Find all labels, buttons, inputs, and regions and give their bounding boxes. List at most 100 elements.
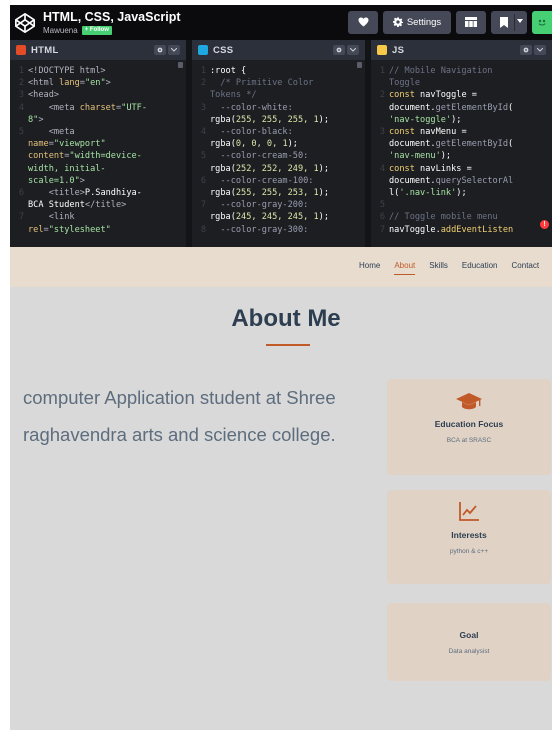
nav-link-education[interactable]: Education — [462, 261, 498, 270]
code-line[interactable]: Tokens */ — [192, 89, 365, 101]
code-line[interactable]: 2 const navToggle = — [371, 89, 552, 101]
code-line[interactable]: rel="stylesheet" — [10, 224, 186, 236]
code-line[interactable]: 8"> — [10, 114, 186, 126]
code-line[interactable]: 'nav-menu'); — [371, 150, 552, 162]
code-line[interactable]: BCA Student</title> — [10, 199, 186, 211]
editor-collapse-chevron-icon[interactable] — [168, 45, 180, 55]
js-lang-icon — [377, 45, 387, 55]
code-text: --color-gray-300: — [210, 224, 365, 236]
code-line[interactable]: document.getElementById( — [371, 102, 552, 114]
nav-link-skills[interactable]: Skills — [429, 261, 448, 270]
html-code[interactable]: 1 <!DOCTYPE html> 2 <html lang="en"> 3 <head>… — [10, 60, 186, 236]
line-number: 5 — [18, 127, 24, 138]
code-line[interactable]: l('.nav-link'); — [371, 187, 552, 199]
code-line[interactable]: 2 <html lang="en"> — [10, 77, 186, 89]
code-line[interactable]: rgba(255, 255, 255, 1); — [192, 114, 365, 126]
code-token: 252, 252, 249, 1 — [235, 163, 319, 174]
code-text: rel="stylesheet" — [28, 224, 186, 236]
code-line[interactable]: 2 /* Primitive Color — [192, 77, 365, 89]
code-token: </title> — [84, 200, 127, 211]
code-token: navLinks = — [420, 163, 472, 174]
nav-link-contact[interactable]: Contact — [512, 261, 540, 270]
layout-button[interactable] — [456, 10, 486, 34]
code-token: > — [38, 114, 44, 125]
code-token: "stylesheet" — [48, 224, 111, 235]
code-line[interactable]: 6 --color-cream-100: — [192, 175, 365, 187]
code-line[interactable]: document.querySelectorAl — [371, 175, 552, 187]
code-token: ); — [318, 212, 330, 223]
code-line[interactable]: 1 <!DOCTYPE html> — [10, 65, 186, 77]
js-code[interactable]: 1 // Mobile Navigation Toggle 2 const navTog… — [371, 60, 552, 236]
code-line[interactable]: 5 — [371, 199, 552, 211]
code-token: "UTF- — [121, 102, 148, 113]
user-avatar-button[interactable] — [532, 10, 552, 34]
editor-settings-gear-icon[interactable] — [333, 45, 345, 55]
code-text: <head> — [28, 89, 186, 101]
code-line[interactable]: 5 <meta — [10, 126, 186, 138]
editor-settings-gear-icon[interactable] — [520, 45, 532, 55]
code-line[interactable]: 4 --color-black: — [192, 126, 365, 138]
preview-pane: Home About Skills Education Contact About Me… — [10, 247, 552, 730]
code-token: navToggle. — [389, 224, 441, 235]
code-line[interactable]: 3 <head> — [10, 89, 186, 101]
editor-collapse-chevron-icon[interactable] — [347, 45, 359, 55]
code-token: BCA Student — [28, 200, 85, 211]
nav-link-about[interactable]: About — [394, 261, 415, 275]
code-line[interactable]: rgba(0, 0, 0, 1); — [192, 138, 365, 150]
code-line[interactable]: 4 const navLinks = — [371, 163, 552, 175]
chevron-down-icon[interactable] — [517, 18, 523, 24]
code-token: :root { — [210, 66, 247, 76]
card-title: Education Focus — [434, 419, 504, 429]
code-line[interactable]: 3 --color-white: — [192, 102, 365, 114]
line-number — [192, 211, 210, 223]
code-token: scale=1.0" — [28, 175, 80, 186]
code-text: 'nav-menu'); — [389, 150, 552, 162]
line-number: 6 — [18, 188, 24, 199]
code-line[interactable]: Toggle — [371, 77, 552, 89]
code-line[interactable]: 6 // Toggle mobile menu — [371, 211, 552, 223]
css-code[interactable]: 1:root {2 /* Primitive Color Tokens */3 -… — [192, 60, 365, 236]
code-line[interactable]: rgba(255, 255, 253, 1); — [192, 187, 365, 199]
code-line[interactable]: width, initial- — [10, 163, 186, 175]
code-line[interactable]: name="viewport" — [10, 138, 186, 150]
like-button[interactable] — [348, 10, 378, 34]
code-line[interactable]: document.getElementById( — [371, 138, 552, 150]
code-line[interactable]: content="width=device- — [10, 150, 186, 162]
code-line[interactable]: 4 <meta charset="UTF- — [10, 102, 186, 114]
error-indicator-icon[interactable]: ! — [540, 220, 549, 229]
code-token: getElementById — [435, 139, 509, 150]
pen-title[interactable]: HTML, CSS, JavaScript — [43, 10, 181, 24]
code-line[interactable]: rgba(252, 252, 249, 1); — [192, 163, 365, 175]
editor-settings-gear-icon[interactable] — [154, 45, 166, 55]
code-line[interactable]: 8 --color-gray-300: — [192, 224, 365, 236]
editor-collapse-chevron-icon[interactable] — [534, 45, 546, 55]
screen: HTML, CSS, JavaScript Mawuena + Follow S… — [0, 0, 552, 730]
html-editor[interactable]: HTML 1 <!DOCTYPE html> 2 <html lang="en"> 3 <… — [10, 40, 186, 247]
pen-author[interactable]: Mawuena — [43, 26, 78, 35]
follow-button[interactable]: + Follow — [81, 26, 112, 35]
code-line[interactable]: 7 <link — [10, 211, 186, 223]
line-number — [371, 114, 389, 126]
nav-link-home[interactable]: Home — [359, 261, 380, 270]
codepen-logo-icon[interactable] — [13, 11, 37, 35]
code-token: // Toggle mobile menu — [389, 212, 498, 223]
css-editor[interactable]: CSS 1:root {2 /* Primitive Color Tokens *… — [186, 40, 365, 247]
bookmark-button[interactable] — [491, 10, 527, 34]
layout-icon — [465, 17, 477, 27]
js-editor[interactable]: JS 1 // Mobile Navigation Toggle 2 const nav… — [365, 40, 552, 247]
line-number — [10, 163, 28, 175]
code-line[interactable]: scale=1.0"> — [10, 175, 186, 187]
code-line[interactable]: 6 <title>P.Sandhiya- — [10, 187, 186, 199]
code-line[interactable]: 3 const navMenu = — [371, 126, 552, 138]
code-line[interactable]: 1 // Mobile Navigation — [371, 65, 552, 77]
code-line[interactable]: rgba(245, 245, 245, 1); — [192, 211, 365, 223]
code-token: "en" — [84, 78, 106, 89]
code-line[interactable]: 1:root { — [192, 65, 365, 77]
code-line[interactable]: 5 --color-cream-50: — [192, 150, 365, 162]
line-number — [371, 102, 389, 114]
code-line[interactable]: 'nav-toggle'); — [371, 114, 552, 126]
settings-button[interactable]: Settings — [383, 10, 451, 34]
code-line[interactable]: 7 --color-gray-200: — [192, 199, 365, 211]
code-line[interactable]: 7 navToggle.addEventListen — [371, 224, 552, 236]
